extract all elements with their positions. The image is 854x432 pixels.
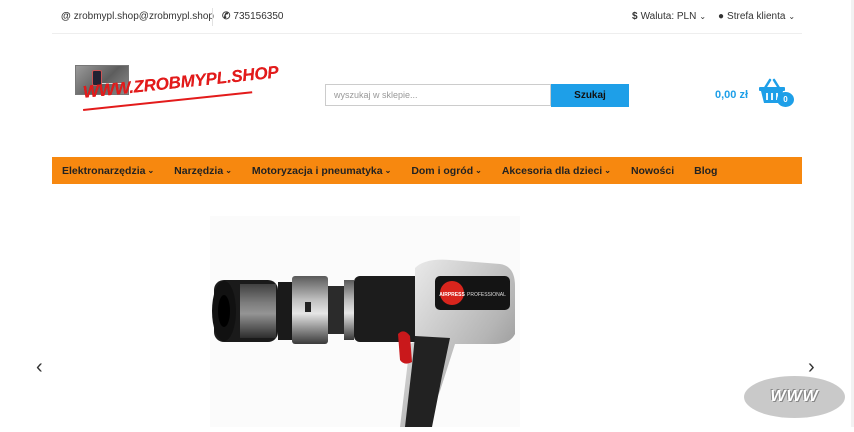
- divider: [212, 8, 213, 26]
- nav-item-label: Akcesoria dla dzieci: [501, 164, 603, 177]
- nav-item-elektronarzedzia[interactable]: Elektronarzędzia ⌄: [52, 165, 154, 177]
- email-link[interactable]: @ zrobmypl.shop@zrobmypl.shop: [61, 11, 214, 22]
- phone-icon: ✆: [222, 11, 231, 22]
- nav-item-label: Motoryzacja i pneumatyka: [251, 164, 383, 177]
- air-hammer-illustration: AIRPRESS PROFESSIONAL: [212, 259, 515, 427]
- main-navigation: Elektronarzędzia ⌄ Narzędzia ⌄ Motoryzac…: [52, 157, 802, 184]
- email-text: zrobmypl.shop@zrobmypl.shop: [73, 11, 214, 22]
- currency-dropdown[interactable]: $ Waluta: PLN ⌄: [632, 11, 706, 22]
- dollar-icon: $: [632, 11, 638, 22]
- chevron-down-icon: ⌄: [225, 166, 232, 175]
- user-icon: ●: [718, 11, 725, 22]
- nav-item-label: Blog: [694, 164, 718, 177]
- chevron-down-icon: ⌄: [147, 166, 155, 175]
- account-dropdown[interactable]: ● Strefa klienta ⌄: [718, 11, 795, 22]
- nav-item-label: Dom i ogród: [411, 164, 474, 177]
- nav-item-akcesoria[interactable]: Akcesoria dla dzieci ⌄: [492, 165, 611, 177]
- watermark-badge: WWW: [744, 376, 845, 418]
- cart-total[interactable]: 0,00 zł: [715, 89, 748, 101]
- brand-text: AIRPRESS: [439, 292, 465, 298]
- chevron-down-icon: ⌄: [788, 12, 796, 21]
- chevron-down-icon: ⌄: [475, 166, 482, 175]
- chevron-down-icon: ⌄: [699, 12, 707, 21]
- slider-prev-arrow[interactable]: ‹: [36, 356, 43, 379]
- chevron-down-icon: ⌄: [384, 166, 392, 175]
- nav-item-narzedzia[interactable]: Narzędzia ⌄: [164, 165, 232, 177]
- slider-next-arrow[interactable]: ›: [808, 356, 815, 379]
- nav-item-dom-i-ogrod[interactable]: Dom i ogród ⌄: [401, 165, 482, 177]
- nav-item-label: Nowości: [630, 164, 675, 177]
- search-input[interactable]: [325, 84, 551, 106]
- phone-link[interactable]: ✆ 735156350: [222, 11, 283, 22]
- series-text: PROFESSIONAL: [467, 292, 506, 298]
- site-logo[interactable]: WWW.ZROBMYPL.SHOP: [75, 62, 279, 117]
- nav-item-blog[interactable]: Blog: [684, 165, 717, 177]
- nav-item-label: Elektronarzędzia: [62, 164, 146, 177]
- account-label: Strefa klienta: [727, 11, 786, 22]
- cart-count-badge: 0: [777, 92, 794, 107]
- top-bar: @ zrobmypl.shop@zrobmypl.shop ✆ 73515635…: [52, 0, 802, 34]
- chevron-down-icon: ⌄: [604, 166, 611, 175]
- product-image[interactable]: AIRPRESS PROFESSIONAL: [210, 216, 520, 427]
- nav-item-label: Narzędzia: [174, 164, 224, 177]
- nav-item-nowosci[interactable]: Nowości: [621, 165, 674, 177]
- at-icon: @: [61, 11, 71, 22]
- currency-label: Waluta: PLN: [640, 11, 697, 22]
- search-button[interactable]: Szukaj: [551, 84, 629, 107]
- nav-item-motoryzacja[interactable]: Motoryzacja i pneumatyka ⌄: [242, 165, 391, 177]
- phone-text: 735156350: [233, 11, 284, 22]
